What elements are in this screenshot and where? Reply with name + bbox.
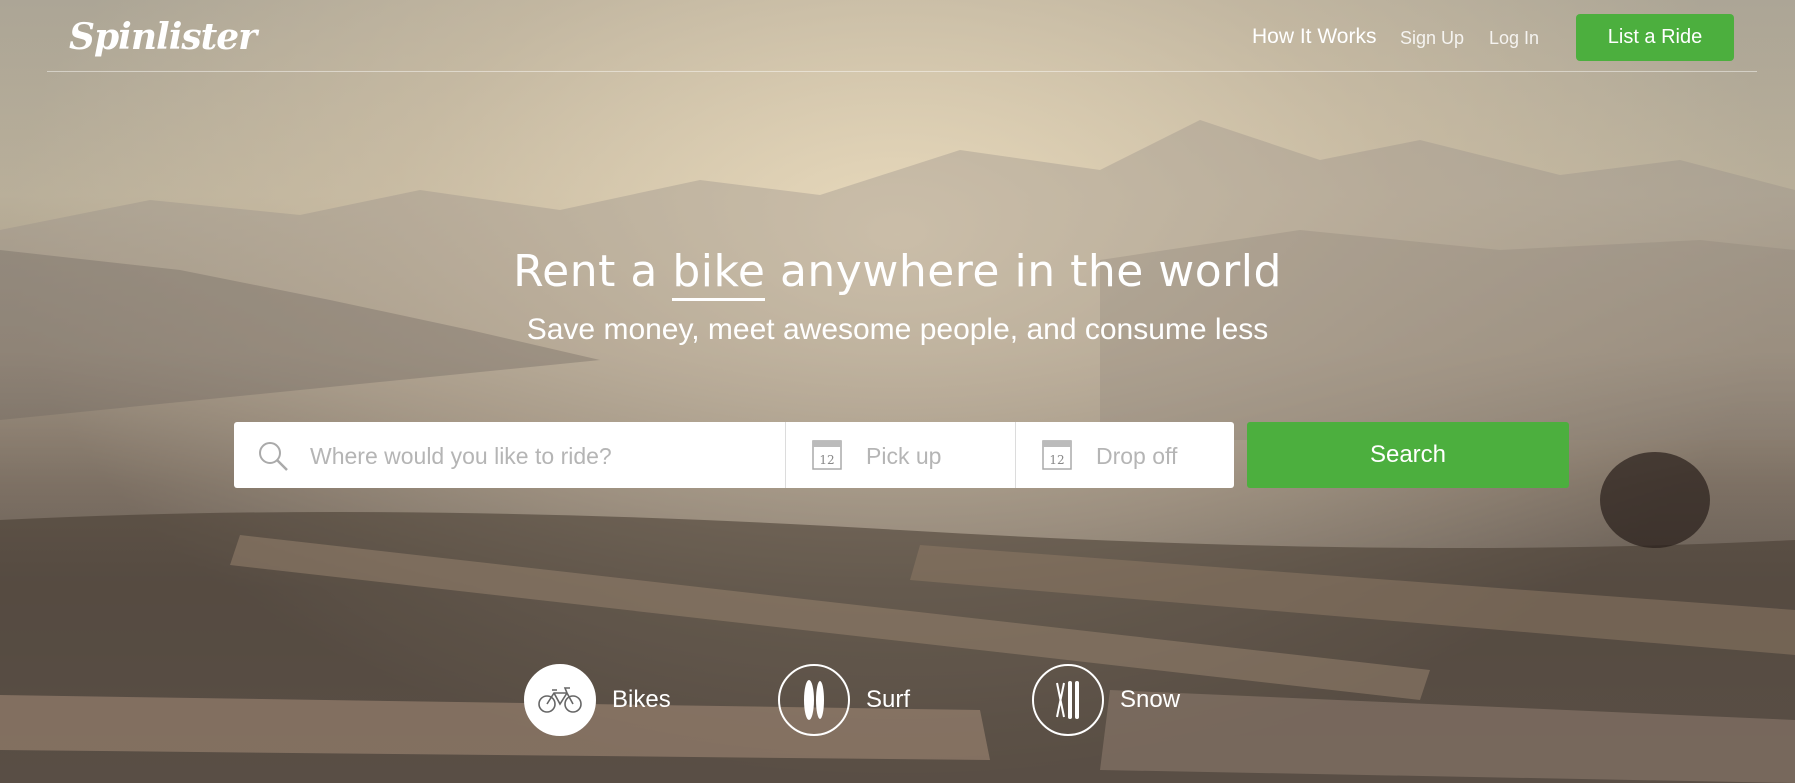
search-icon [259,442,288,471]
ski-icon [1056,681,1079,719]
calendar-icon: 12 [1042,440,1072,470]
headline-suffix: anywhere in the world [765,246,1282,297]
hero-section: Spinlister How It Works Sign Up Log In L… [0,0,1795,783]
category-snow[interactable]: Snow [1032,663,1180,737]
category-bikes[interactable]: Bikes [524,663,671,737]
sign-up-link[interactable]: Sign Up [1400,28,1464,49]
log-in-link[interactable]: Log In [1489,28,1539,49]
search-bar: 12 12 [234,422,1234,490]
calendar-icon: 12 [812,440,842,470]
category-icon-circle [524,664,596,736]
search-button[interactable]: Search [1247,422,1569,488]
surfboard-icon [804,680,824,720]
category-label: Snow [1120,686,1181,713]
dropoff-date-input[interactable] [1094,422,1228,490]
calendar-day-label: 12 [1049,453,1064,467]
bicycle-icon [538,687,582,713]
hero-subheadline: Save money, meet awesome people, and con… [526,313,1269,346]
pickup-date-input[interactable] [864,422,1008,490]
category-label: Surf [866,686,911,713]
headline-keyword[interactable]: bike [672,246,766,301]
dropoff-segment: 12 [1016,422,1234,490]
list-a-ride-button[interactable]: List a Ride [1576,14,1734,61]
pickup-segment: 12 [786,422,1016,490]
top-navigation: Spinlister How It Works Sign Up Log In L… [47,0,1757,72]
calendar-day-label: 12 [819,453,834,467]
category-label: Bikes [612,686,671,713]
location-input[interactable] [308,422,772,490]
spinlister-logo[interactable]: Spinlister [69,16,257,58]
location-segment [234,422,786,490]
category-icon-circle [778,664,850,736]
category-surf[interactable]: Surf [778,663,910,737]
how-it-works-link[interactable]: How It Works [1252,25,1376,49]
category-icon-circle [1032,664,1104,736]
hero-headline: Rent a bike anywhere in the world [0,246,1795,301]
headline-prefix: Rent a [513,246,673,297]
